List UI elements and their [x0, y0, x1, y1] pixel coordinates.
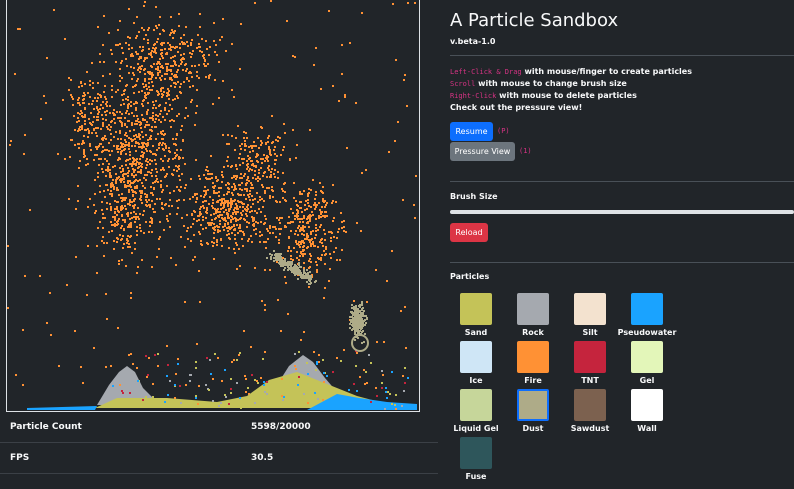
instruction-text: with mouse to delete particles [496, 91, 637, 100]
particle-swatch[interactable] [631, 389, 663, 421]
particle-swatch[interactable] [631, 341, 663, 373]
pressure-view-button[interactable]: Pressure View [450, 142, 515, 161]
particle-swatch[interactable] [517, 293, 549, 325]
particle-count-value: 5598/20000 [251, 422, 311, 432]
particle-swatch[interactable] [517, 389, 549, 421]
particle-label: Wall [637, 424, 657, 433]
pressure-view-shortcut: (1) [519, 147, 532, 155]
particle-swatch[interactable] [460, 341, 492, 373]
brush-size-label: Brush Size [450, 192, 498, 201]
divider [450, 262, 794, 263]
particle-option-ice[interactable]: Ice [450, 341, 510, 393]
particle-label: Gel [639, 376, 655, 385]
stat-row-fps: FPS 30.5 [0, 443, 438, 474]
instruction-text: with mouse/finger to create particles [521, 67, 692, 76]
instruction-brush: Scroll with mouse to change brush size [450, 79, 627, 88]
instruction-key: Left-Click & Drag [450, 68, 522, 76]
stats-table: Particle Count 5598/20000 FPS 30.5 [0, 412, 438, 474]
particle-swatch[interactable] [574, 341, 606, 373]
particle-swatch[interactable] [460, 389, 492, 421]
particle-option-fire[interactable]: Fire [507, 341, 567, 393]
particle-option-sawdust[interactable]: Sawdust [564, 389, 624, 441]
resume-button[interactable]: Resume [450, 122, 493, 141]
particle-option-gel[interactable]: Gel [621, 341, 681, 393]
simulation-canvas[interactable] [6, 0, 420, 412]
instruction-key: Scroll [450, 80, 476, 88]
particle-swatch[interactable] [517, 341, 549, 373]
instruction-text: Check out the pressure view! [450, 103, 583, 112]
instruction-create: Left-Click & Drag with mouse/finger to c… [450, 67, 692, 76]
particle-option-fuse[interactable]: Fuse [450, 437, 510, 489]
particle-swatch[interactable] [574, 293, 606, 325]
particle-option-rock[interactable]: Rock [507, 293, 567, 345]
particles-heading: Particles [450, 272, 490, 281]
app-version: v.beta-1.0 [450, 37, 496, 46]
particle-swatch[interactable] [574, 389, 606, 421]
particle-option-tnt[interactable]: TNT [564, 341, 624, 393]
stat-row-particle-count: Particle Count 5598/20000 [0, 412, 438, 443]
brush-size-slider[interactable] [450, 210, 794, 214]
resume-shortcut: (P) [497, 127, 510, 135]
particle-label: Pseudowater [617, 328, 677, 337]
particle-option-wall[interactable]: Wall [621, 389, 681, 441]
divider [450, 181, 794, 182]
fps-value: 30.5 [251, 453, 274, 463]
particle-field[interactable] [7, 0, 419, 412]
control-panel: A Particle Sandbox v.beta-1.0 Left-Click… [450, 0, 794, 484]
particle-option-silt[interactable]: Silt [564, 293, 624, 345]
particle-count-label: Particle Count [10, 422, 82, 432]
particle-swatch[interactable] [631, 293, 663, 325]
particle-label: Fuse [465, 472, 487, 481]
particle-option-dust[interactable]: Dust [507, 389, 567, 441]
app-title: A Particle Sandbox [450, 10, 619, 31]
particle-option-liquid-gel[interactable]: Liquid Gel [450, 389, 510, 441]
particle-option-pseudowater[interactable]: Pseudowater [618, 293, 681, 345]
instruction-key: Right-Click [450, 92, 497, 100]
particle-option-sand[interactable]: Sand [450, 293, 510, 345]
particle-swatch[interactable] [460, 293, 492, 325]
instruction-delete: Right-Click with mouse to delete particl… [450, 91, 637, 100]
divider [450, 55, 794, 56]
reload-button[interactable]: Reload [450, 223, 488, 242]
instruction-text: with mouse to change brush size [475, 79, 627, 88]
fps-label: FPS [10, 453, 30, 463]
instruction-pressure: Check out the pressure view! [450, 103, 582, 112]
particle-swatch[interactable] [460, 437, 492, 469]
